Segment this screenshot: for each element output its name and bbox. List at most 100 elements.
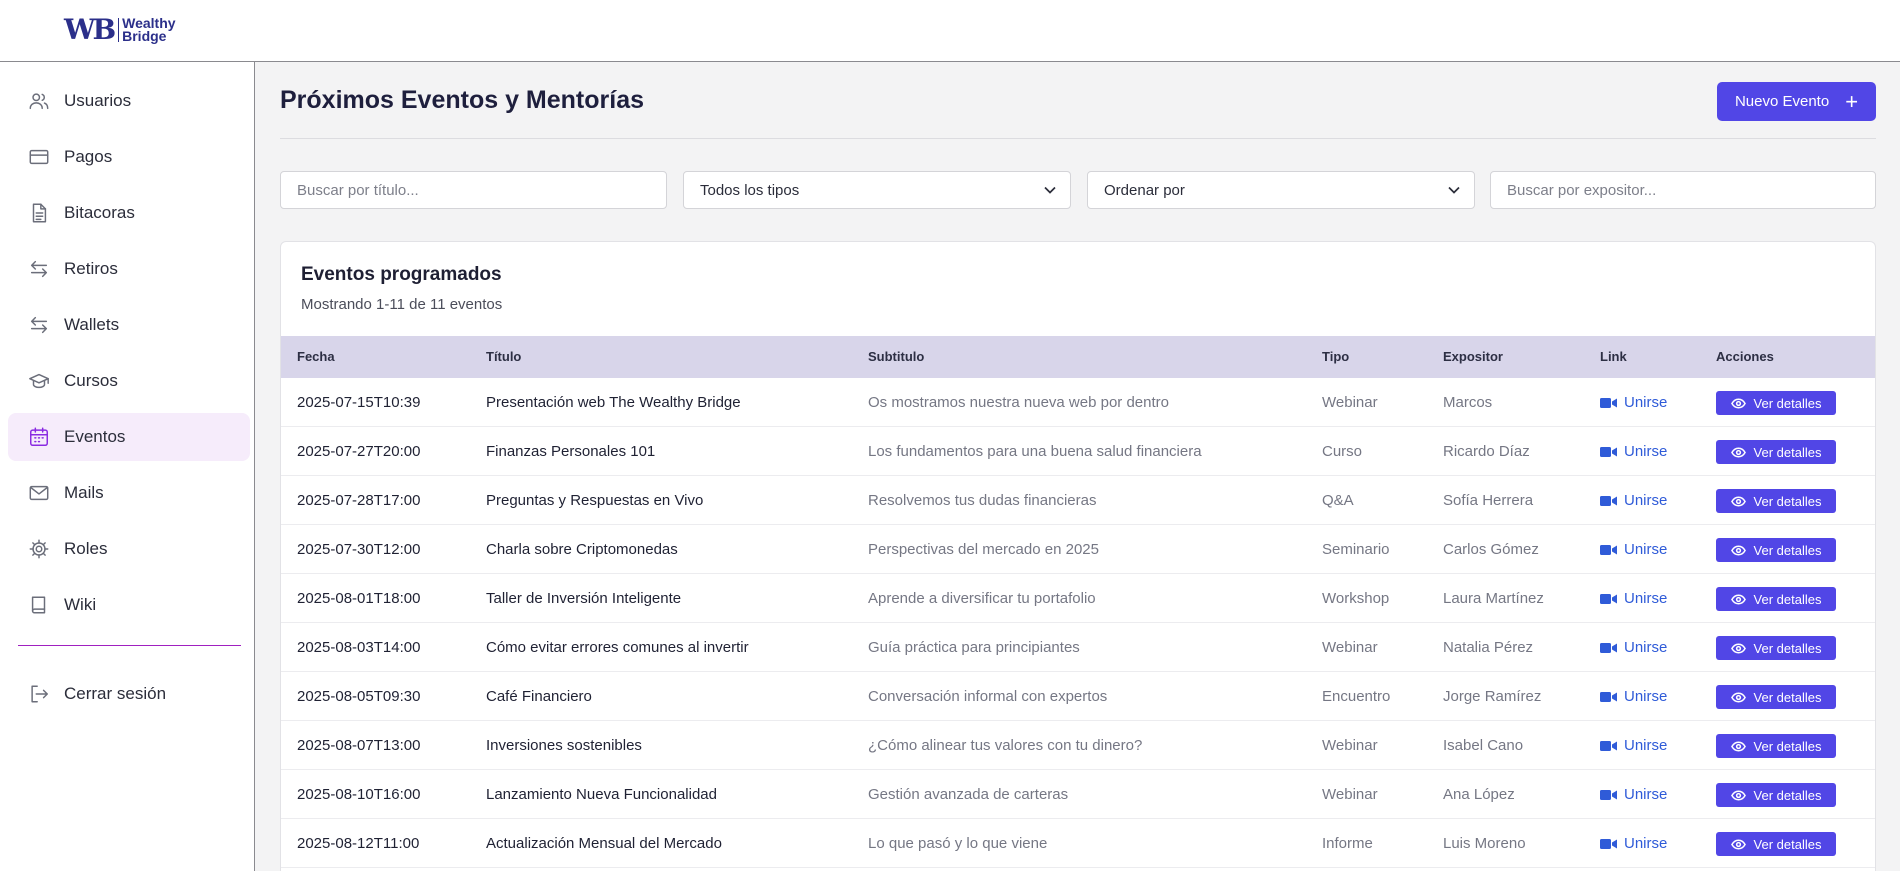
column-header-link: Link: [1600, 349, 1627, 364]
sidebar-item-label: Wiki: [64, 595, 97, 614]
top-bar: WB Wealthy Bridge: [0, 0, 1900, 62]
join-link[interactable]: Unirse: [1600, 819, 1667, 868]
view-details-button[interactable]: Ver detalles: [1716, 783, 1836, 807]
column-header-tipo: Tipo: [1322, 349, 1350, 364]
sidebar-item-wallets[interactable]: Wallets: [8, 301, 250, 349]
page-title: Próximos Eventos y Mentorías: [280, 86, 645, 114]
sidebar: Usuarios Pagos Bitacoras Retiros Wallets…: [0, 62, 255, 871]
brand-logo[interactable]: WB Wealthy Bridge: [64, 14, 176, 46]
view-details-label: Ver detalles: [1753, 738, 1822, 754]
book-icon: [31, 596, 46, 614]
cell-tipo: Seminario: [1322, 541, 1390, 558]
cell-titulo: Inversiones sostenibles: [486, 737, 642, 754]
view-details-label: Ver detalles: [1753, 591, 1822, 607]
video-camera-icon: [1600, 495, 1617, 506]
eye-icon: [1730, 741, 1746, 751]
view-details-button[interactable]: Ver detalles: [1716, 440, 1836, 464]
cell-tipo: Webinar: [1322, 394, 1378, 411]
logout-button[interactable]: Cerrar sesión: [8, 670, 250, 718]
join-link[interactable]: Unirse: [1600, 525, 1667, 574]
join-link[interactable]: Unirse: [1600, 378, 1667, 427]
sidebar-item-label: Eventos: [64, 427, 126, 446]
logout-label: Cerrar sesión: [64, 684, 167, 703]
sidebar-item-bitacoras[interactable]: Bitacoras: [8, 189, 250, 237]
document-icon: [32, 203, 47, 223]
sidebar-item-retiros[interactable]: Retiros: [8, 245, 250, 293]
join-link-label: Unirse: [1624, 492, 1668, 509]
cell-fecha: 2025-07-15T10:39: [297, 394, 421, 411]
cell-tipo: Encuentro: [1322, 688, 1391, 705]
new-event-button[interactable]: Nuevo Evento +: [1717, 82, 1876, 121]
mail-icon: [29, 485, 49, 501]
cell-subtitulo: ¿Cómo alinear tus valores con tu dinero?: [868, 737, 1143, 754]
cell-subtitulo: Os mostramos nuestra nueva web por dentr…: [868, 394, 1169, 411]
video-camera-icon: [1600, 740, 1617, 751]
view-details-button[interactable]: Ver detalles: [1716, 391, 1836, 415]
order-select[interactable]: Ordenar por: [1087, 171, 1475, 209]
view-details-button[interactable]: Ver detalles: [1716, 636, 1836, 660]
video-camera-icon: [1600, 544, 1617, 555]
view-details-button[interactable]: Ver detalles: [1716, 587, 1836, 611]
join-link-label: Unirse: [1624, 835, 1668, 852]
view-details-button[interactable]: Ver detalles: [1716, 538, 1836, 562]
sidebar-item-wiki[interactable]: Wiki: [8, 581, 250, 629]
table-row: 2025-08-12T11:00 Actualización Mensual de…: [281, 819, 1875, 868]
column-header-titulo: Título: [486, 349, 522, 364]
cell-fecha: 2025-08-07T13:00: [297, 737, 421, 754]
sidebar-item-cursos[interactable]: Cursos: [8, 357, 250, 405]
search-speaker-input[interactable]: Buscar por expositor...: [1490, 171, 1876, 209]
view-details-label: Ver detalles: [1753, 689, 1822, 705]
view-details-label: Ver detalles: [1753, 836, 1822, 852]
join-link[interactable]: Unirse: [1600, 721, 1667, 770]
sidebar-item-label: Pagos: [64, 147, 113, 166]
sidebar-item-pagos[interactable]: Pagos: [8, 133, 250, 181]
sidebar-item-eventos[interactable]: Eventos: [8, 413, 250, 461]
cell-subtitulo: Los fundamentos para una buena salud fin…: [868, 443, 1202, 460]
cell-fecha: 2025-08-01T18:00: [297, 590, 421, 607]
cell-subtitulo: Aprende a diversificar tu portafolio: [868, 590, 1096, 607]
card-subtitle: Mostrando 1-11 de 11 eventos: [301, 296, 503, 313]
eye-icon: [1730, 692, 1746, 702]
view-details-button[interactable]: Ver detalles: [1716, 489, 1836, 513]
column-header-fecha: Fecha: [297, 349, 335, 364]
calendar-icon: [30, 427, 48, 446]
search-title-input[interactable]: Buscar por título...: [280, 171, 667, 209]
cell-titulo: Finanzas Personales 101: [486, 443, 656, 460]
view-details-button[interactable]: Ver detalles: [1716, 685, 1836, 709]
cell-fecha: 2025-08-03T14:00: [297, 639, 421, 656]
join-link[interactable]: Unirse: [1600, 427, 1667, 476]
cell-expositor: Ana López: [1443, 786, 1515, 803]
join-link[interactable]: Unirse: [1600, 476, 1667, 525]
new-event-label: Nuevo Evento: [1734, 93, 1830, 110]
cell-tipo: Webinar: [1322, 639, 1378, 656]
view-details-label: Ver detalles: [1753, 640, 1822, 656]
type-select[interactable]: Todos los tipos: [683, 171, 1071, 209]
join-link[interactable]: Unirse: [1600, 574, 1667, 623]
cell-expositor: Sofía Herrera: [1443, 492, 1534, 509]
sidebar-item-roles[interactable]: Roles: [8, 525, 250, 573]
sidebar-item-mails[interactable]: Mails: [8, 469, 250, 517]
cell-expositor: Ricardo Díaz: [1443, 443, 1530, 460]
join-link[interactable]: Unirse: [1600, 770, 1667, 819]
cell-subtitulo: Gestión avanzada de carteras: [868, 786, 1069, 803]
view-details-label: Ver detalles: [1753, 395, 1822, 411]
view-details-label: Ver detalles: [1753, 444, 1822, 460]
cell-tipo: Webinar: [1322, 786, 1378, 803]
table-row: 2025-07-28T17:00 Preguntas y Respuestas e…: [281, 476, 1875, 525]
cell-subtitulo: Resolvemos tus dudas financieras: [868, 492, 1097, 509]
eye-icon: [1730, 398, 1746, 408]
video-camera-icon: [1600, 642, 1617, 653]
join-link-label: Unirse: [1624, 541, 1668, 558]
column-header-subtitulo: Subtitulo: [868, 349, 925, 364]
sidebar-item-label: Bitacoras: [64, 203, 135, 222]
sidebar-item-usuarios[interactable]: Usuarios: [8, 77, 250, 125]
column-header-expositor: Expositor: [1443, 349, 1503, 364]
video-camera-icon: [1600, 593, 1617, 604]
view-details-button[interactable]: Ver detalles: [1716, 734, 1836, 758]
eye-icon: [1730, 496, 1746, 506]
join-link[interactable]: Unirse: [1600, 672, 1667, 721]
join-link[interactable]: Unirse: [1600, 623, 1667, 672]
cell-fecha: 2025-08-12T11:00: [297, 835, 420, 852]
eye-icon: [1730, 643, 1746, 653]
view-details-button[interactable]: Ver detalles: [1716, 832, 1836, 856]
